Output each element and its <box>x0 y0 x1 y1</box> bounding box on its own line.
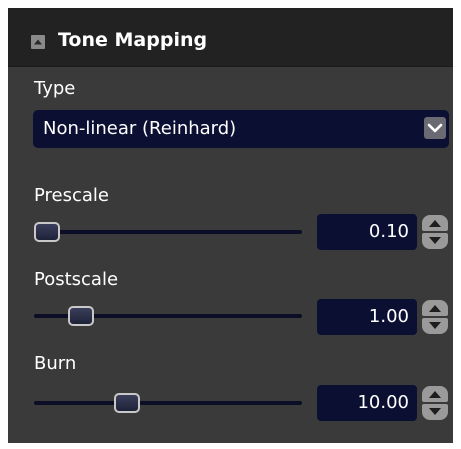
postscale-spinner[interactable] <box>422 300 448 334</box>
prescale-value: 0.10 <box>368 221 409 242</box>
burn-input[interactable]: 10.00 <box>317 385 417 421</box>
prescale-slider-track[interactable] <box>34 230 302 234</box>
type-dropdown-value: Non-linear (Reinhard) <box>43 118 237 139</box>
type-label: Type <box>34 78 76 99</box>
chevron-down-icon[interactable] <box>424 117 446 139</box>
burn-increment-icon[interactable] <box>422 386 448 402</box>
burn-decrement-icon[interactable] <box>422 404 448 420</box>
postscale-decrement-icon[interactable] <box>422 318 448 334</box>
prescale-spinner[interactable] <box>422 215 448 249</box>
section-title: Tone Mapping <box>58 29 208 51</box>
type-dropdown[interactable]: Non-linear (Reinhard) <box>33 110 449 148</box>
prescale-increment-icon[interactable] <box>422 215 448 231</box>
burn-spinner[interactable] <box>422 386 448 420</box>
prescale-input[interactable]: 0.10 <box>317 214 417 250</box>
postscale-input[interactable]: 1.00 <box>317 299 417 335</box>
burn-value: 10.00 <box>357 392 409 413</box>
burn-label: Burn <box>34 353 77 374</box>
prescale-slider-thumb[interactable] <box>34 222 60 242</box>
prescale-decrement-icon[interactable] <box>422 233 448 249</box>
postscale-label: Postscale <box>34 269 119 290</box>
postscale-slider-thumb[interactable] <box>67 306 94 326</box>
postscale-increment-icon[interactable] <box>422 300 448 316</box>
collapse-triangle-icon[interactable] <box>31 35 45 49</box>
burn-slider-thumb[interactable] <box>113 393 140 413</box>
section-header[interactable]: Tone Mapping <box>8 8 453 67</box>
burn-slider-track[interactable] <box>34 401 302 405</box>
tone-mapping-panel: Tone Mapping Type Non-linear (Reinhard) … <box>8 8 453 443</box>
postscale-value: 1.00 <box>368 306 409 327</box>
prescale-label: Prescale <box>34 185 109 206</box>
